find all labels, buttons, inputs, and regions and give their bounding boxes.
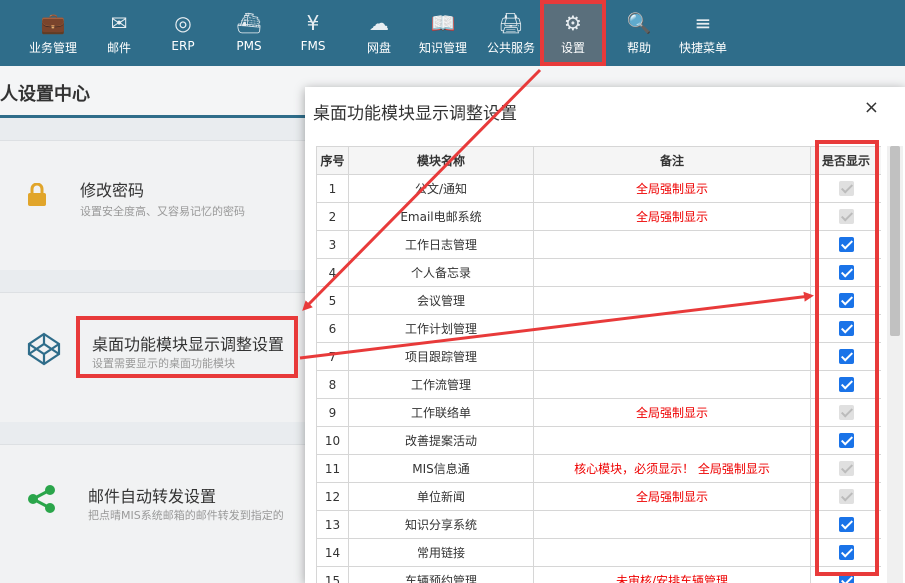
annotation-arrows [299,68,814,360]
arrow-card-to-column [299,291,814,360]
arrow-settings-to-card [302,68,542,311]
